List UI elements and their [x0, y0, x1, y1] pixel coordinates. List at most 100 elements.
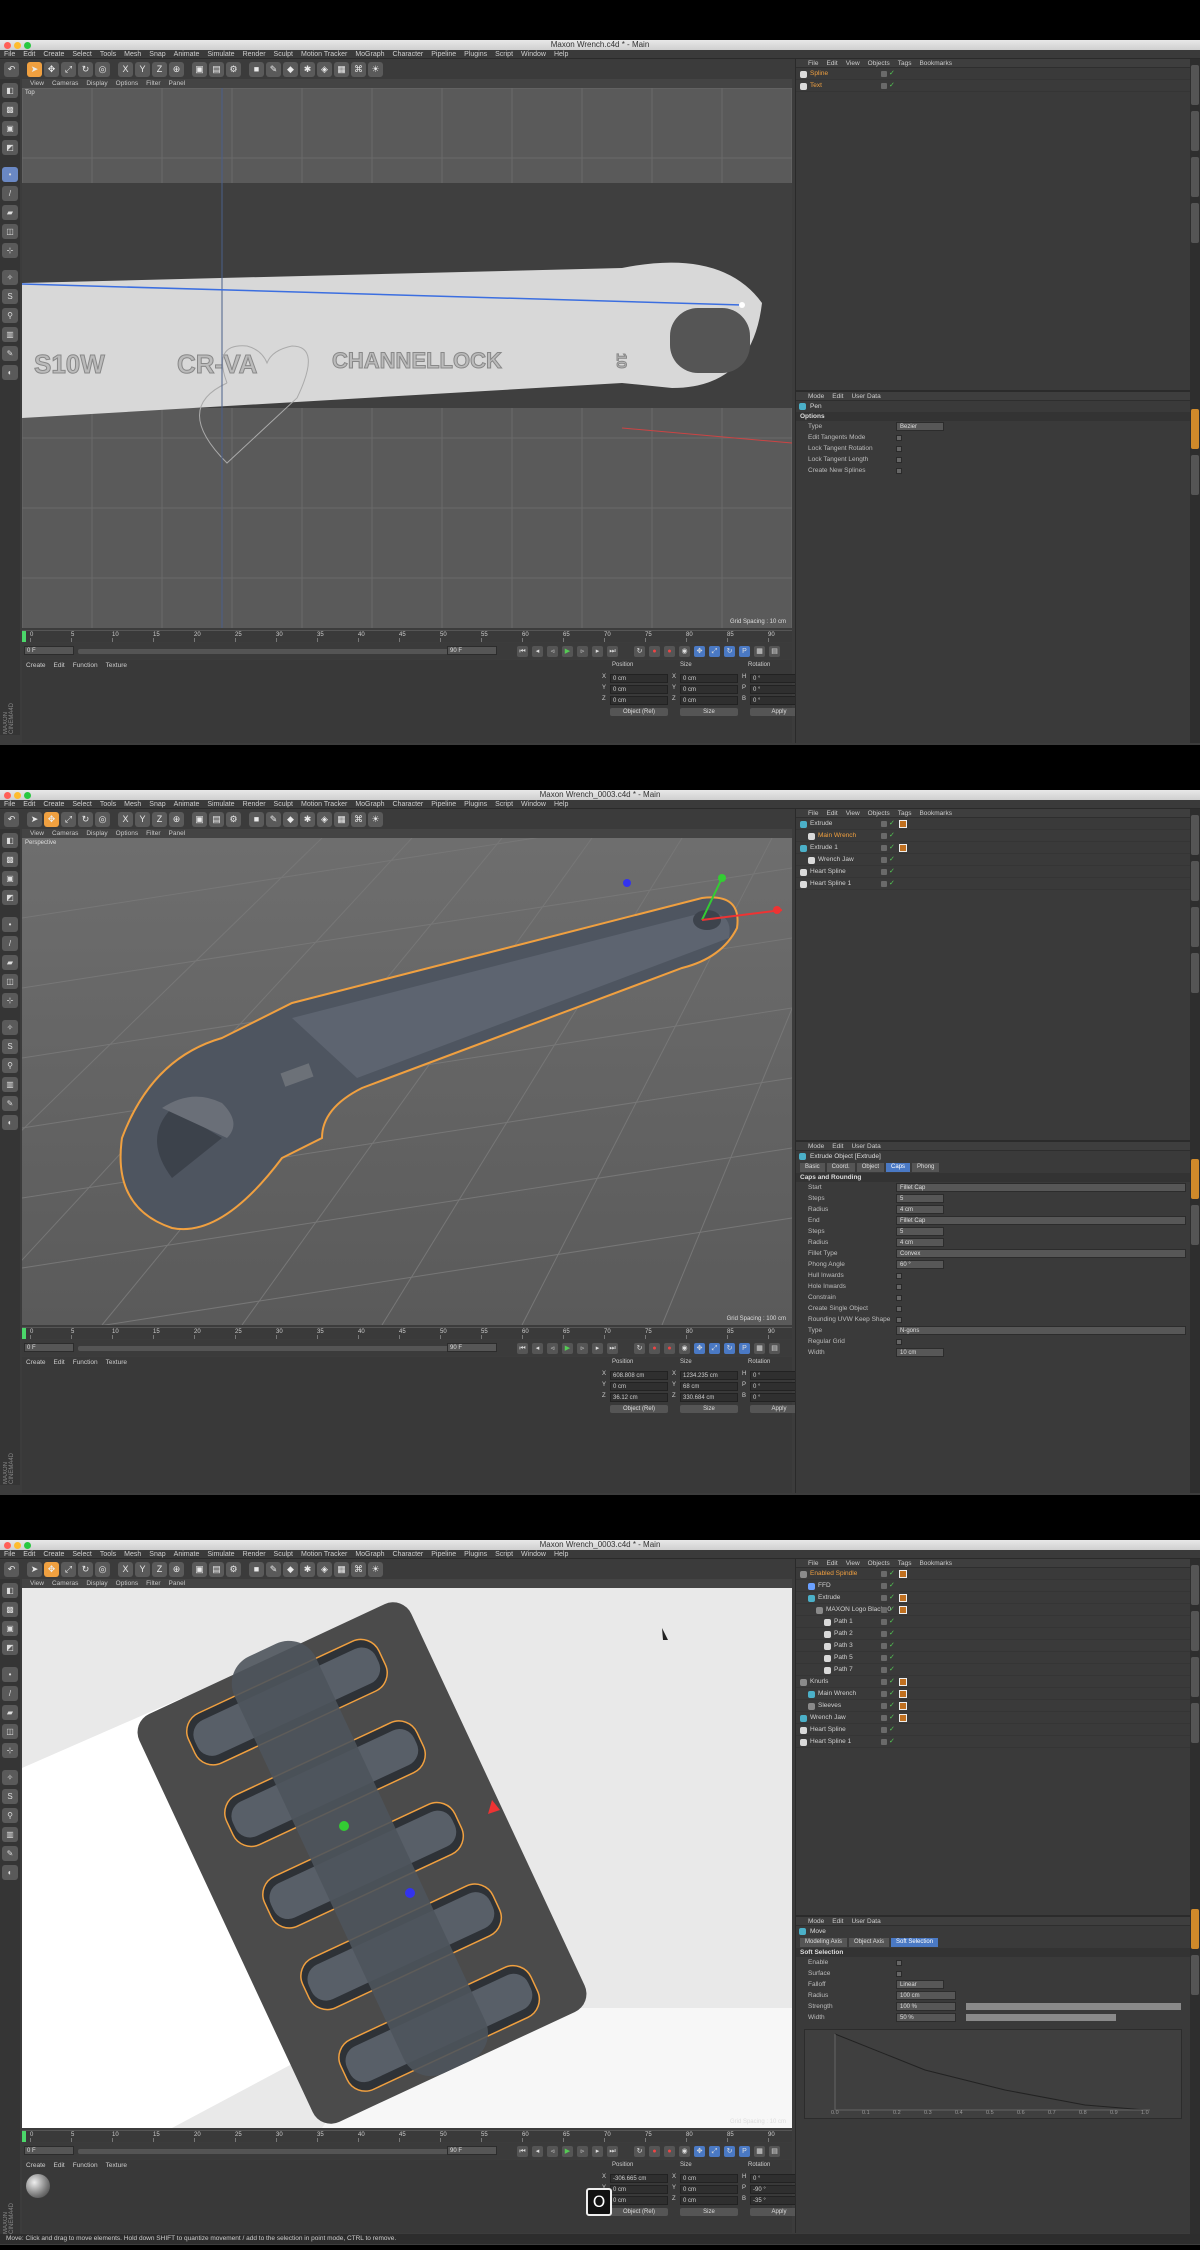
array-icon[interactable]: ✱: [300, 62, 315, 77]
enabled-check-icon[interactable]: ✓: [889, 1702, 895, 1709]
tab-content-browser[interactable]: [1191, 861, 1199, 901]
material-menu-edit[interactable]: Edit: [54, 1359, 65, 1366]
attr-checkbox[interactable]: [896, 446, 902, 452]
z-axis-icon[interactable]: Z: [152, 1562, 167, 1577]
minimize-window-button[interactable]: [14, 42, 21, 49]
viewport-menu-view[interactable]: View: [30, 830, 44, 837]
param-key-icon[interactable]: P: [739, 646, 750, 657]
object-row[interactable]: Main Wrench ✓: [796, 1688, 1190, 1700]
object-name[interactable]: Heart Spline: [810, 1724, 846, 1736]
attr-value-field[interactable]: 50 %: [896, 2013, 956, 2022]
object-row[interactable]: Path 2 ✓: [796, 1628, 1190, 1640]
tab-attributes[interactable]: [1191, 409, 1199, 449]
attr-value-field[interactable]: 4 cm: [896, 1205, 944, 1214]
texture-axis-icon[interactable]: ◩: [2, 1640, 18, 1655]
zoom-window-button[interactable]: [24, 792, 31, 799]
workplane-icon[interactable]: ▥: [2, 1827, 18, 1842]
prev-key-icon[interactable]: ◂: [532, 646, 543, 657]
menu-window[interactable]: Window: [517, 1550, 550, 1559]
menu-animate[interactable]: Animate: [170, 1550, 204, 1559]
tab-object[interactable]: Object: [856, 1163, 885, 1172]
material-menu-create[interactable]: Create: [26, 2162, 46, 2169]
enabled-check-icon[interactable]: ✓: [889, 1642, 895, 1649]
sculpt-icon[interactable]: ◐: [2, 1115, 18, 1130]
object-row[interactable]: Path 5 ✓: [796, 1652, 1190, 1664]
autokey-icon[interactable]: ●: [664, 1343, 675, 1354]
viewport-menu-filter[interactable]: Filter: [146, 1580, 160, 1587]
workplane-icon[interactable]: ▥: [2, 1077, 18, 1092]
menu-simulate[interactable]: Simulate: [203, 50, 238, 59]
3d-viewport[interactable]: S10W CR-VA CHANNELLOCK 10 Top Grid Spacing : …: [22, 88, 792, 628]
menu-window[interactable]: Window: [517, 800, 550, 809]
menu-pipeline[interactable]: Pipeline: [427, 800, 460, 809]
object-menu-tags[interactable]: Tags: [898, 810, 912, 817]
viewport-menu-panel[interactable]: Panel: [169, 1580, 186, 1587]
enabled-check-icon[interactable]: ✓: [889, 1714, 895, 1721]
menu-select[interactable]: Select: [68, 1550, 95, 1559]
record-icon[interactable]: ●: [649, 646, 660, 657]
axis-mode-icon[interactable]: ⊹: [2, 243, 18, 258]
menu-script[interactable]: Script: [491, 800, 517, 809]
viewport-menu-view[interactable]: View: [30, 80, 44, 87]
current-frame-field[interactable]: 0 F: [24, 1343, 74, 1352]
menu-file[interactable]: File: [0, 50, 19, 59]
attr-checkbox[interactable]: [896, 1339, 902, 1345]
model-mode-icon[interactable]: ▣: [2, 121, 18, 136]
loop-icon[interactable]: ↻: [634, 2146, 645, 2157]
position-field[interactable]: 0 cm: [610, 685, 668, 694]
pen-spline-icon[interactable]: ✎: [266, 812, 281, 827]
timeline-ruler[interactable]: 0 5 10 15 20 25 30 35 40 45 50 55 60 65 70 75 80 85 90: [22, 2130, 792, 2142]
attr-value-field[interactable]: Bezier: [896, 422, 944, 431]
menu-motion-tracker[interactable]: Motion Tracker: [297, 1550, 351, 1559]
object-row[interactable]: Path 3 ✓: [796, 1640, 1190, 1652]
viewport-menu-options[interactable]: Options: [116, 1580, 138, 1587]
menu-select[interactable]: Select: [68, 800, 95, 809]
object-row[interactable]: Wrench Jaw ✓: [796, 854, 1190, 866]
playhead[interactable]: [22, 2131, 26, 2142]
attr-menu-user-data[interactable]: User Data: [851, 393, 880, 400]
close-window-button[interactable]: [4, 792, 11, 799]
paint-icon[interactable]: ✎: [2, 1846, 18, 1861]
scene-icon[interactable]: ▦: [334, 62, 349, 77]
attr-menu-mode[interactable]: Mode: [808, 1918, 824, 1925]
timeline-icon[interactable]: ▤: [769, 1343, 780, 1354]
texture-axis-icon[interactable]: ◩: [2, 140, 18, 155]
param-key-icon[interactable]: P: [739, 1343, 750, 1354]
material-menu-texture[interactable]: Texture: [106, 2162, 127, 2169]
object-row[interactable]: Enabled Spindle ✓: [796, 1568, 1190, 1580]
object-menu-tags[interactable]: Tags: [898, 1560, 912, 1567]
attr-value-field[interactable]: Fillet Cap: [896, 1183, 1186, 1192]
lock-icon[interactable]: ⚲: [2, 1808, 18, 1823]
next-frame-icon[interactable]: ▹: [577, 2146, 588, 2157]
layer-dot[interactable]: [881, 1607, 887, 1613]
prev-frame-icon[interactable]: ◃: [547, 646, 558, 657]
object-menu-objects[interactable]: Objects: [868, 1560, 890, 1567]
material-tag-icon[interactable]: [899, 1702, 907, 1710]
param-key-icon[interactable]: P: [739, 2146, 750, 2157]
camera-icon[interactable]: ⌘: [351, 812, 366, 827]
tab-object-axis[interactable]: Object Axis: [849, 1938, 890, 1947]
x-axis-icon[interactable]: X: [118, 62, 133, 77]
layer-dot[interactable]: [881, 1583, 887, 1589]
model-mode-icon[interactable]: ▣: [2, 1621, 18, 1636]
menu-plugins[interactable]: Plugins: [460, 1550, 491, 1559]
menu-mesh[interactable]: Mesh: [120, 800, 145, 809]
render-settings-icon[interactable]: ⚙: [226, 62, 241, 77]
layer-dot[interactable]: [881, 833, 887, 839]
tab-layers-2[interactable]: [1191, 1955, 1199, 1995]
tab-soft-selection[interactable]: Soft Selection: [891, 1938, 939, 1947]
rotate-icon[interactable]: ↻: [78, 62, 93, 77]
position-field[interactable]: 0 cm: [610, 2185, 668, 2194]
falloff-graph[interactable]: 0.0 0.1 0.2 0.3 0.4 0.5 0.6 0.7 0.8 0.9 1.0: [804, 2029, 1182, 2119]
menu-mesh[interactable]: Mesh: [120, 1550, 145, 1559]
attr-checkbox[interactable]: [896, 1273, 902, 1279]
workplane-icon[interactable]: ▥: [2, 327, 18, 342]
playhead[interactable]: [22, 1328, 26, 1339]
attr-value-field[interactable]: 4 cm: [896, 1238, 944, 1247]
coord-system-icon[interactable]: ⊕: [169, 1562, 184, 1577]
attr-checkbox[interactable]: [896, 468, 902, 474]
menu-animate[interactable]: Animate: [170, 50, 204, 59]
enabled-check-icon[interactable]: ✓: [889, 1630, 895, 1637]
object-name[interactable]: Heart Spline 1: [810, 878, 851, 890]
viewport-menu-display[interactable]: Display: [86, 1580, 107, 1587]
